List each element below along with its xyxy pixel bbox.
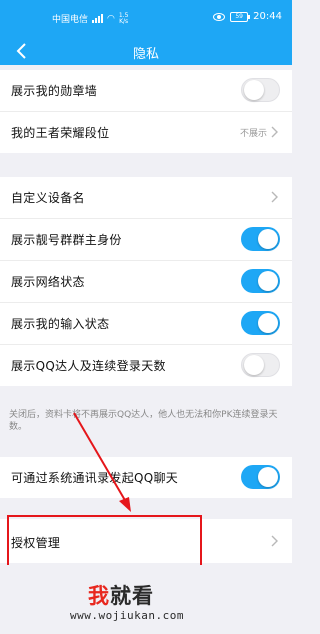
toggle-knob — [244, 355, 264, 375]
network-speed: 1.5 K/s — [118, 11, 129, 25]
wifi-icon: ◠ — [107, 13, 115, 24]
setting-label: 展示我的输入状态 — [11, 317, 110, 331]
settings-group-2: 自定义设备名 展示靓号群群主身份 展示网络状态 展示我的输入状态 展示QQ达人及… — [0, 177, 292, 386]
toggle-knob — [258, 229, 278, 249]
settings-group-3: 可通过系统通讯录发起QQ聊天 — [0, 457, 292, 498]
toggle-knob — [258, 467, 278, 487]
chevron-right-icon — [271, 191, 278, 203]
page-title: 隐私 — [132, 47, 159, 62]
annotation-highlight-box — [7, 515, 202, 565]
signal-icon — [92, 14, 104, 23]
status-left: 中国电信 ◠ 1.5 K/s — [52, 12, 128, 25]
eye-icon — [213, 12, 226, 21]
setting-label: 展示我的勋章墙 — [11, 84, 98, 98]
contacts-chat-toggle[interactable] — [241, 465, 280, 489]
setting-row-qq-master: 展示QQ达人及连续登录天数 — [0, 345, 292, 386]
chevron-right-icon — [271, 126, 278, 138]
group-owner-toggle[interactable] — [241, 227, 280, 251]
setting-value: 不展示 — [239, 129, 267, 139]
watermark: 我就看 www.wojiukan.com — [70, 580, 220, 630]
settings-group-1: 展示我的勋章墙 我的王者荣耀段位 不展示 — [0, 70, 292, 153]
toggle-knob — [258, 313, 278, 333]
setting-row-network-status: 展示网络状态 — [0, 261, 292, 303]
network-status-toggle[interactable] — [241, 269, 280, 293]
status-right: 59 20:44 — [213, 11, 282, 22]
watermark-logo: 我就看 — [88, 584, 154, 608]
setting-label: 展示靓号群群主身份 — [11, 233, 122, 247]
setting-label: 我的王者荣耀段位 — [11, 126, 110, 140]
input-status-toggle[interactable] — [241, 311, 280, 335]
qq-master-note: 关闭后，资料卡将不再展示QQ达人，他人也无法和你PK连续登录天数。 — [9, 410, 278, 432]
battery-icon: 59 — [230, 11, 251, 22]
setting-row-contacts-chat: 可通过系统通讯录发起QQ聊天 — [0, 457, 292, 498]
setting-row-group-owner: 展示靓号群群主身份 — [0, 219, 292, 261]
setting-label: 展示网络状态 — [11, 275, 85, 289]
setting-row-input-status: 展示我的输入状态 — [0, 303, 292, 345]
carrier-label: 中国电信 — [52, 15, 89, 25]
chevron-right-icon — [271, 535, 278, 547]
setting-row-device-name[interactable]: 自定义设备名 — [0, 177, 292, 219]
setting-label: 自定义设备名 — [11, 191, 85, 205]
toggle-knob — [258, 271, 278, 291]
nav-bar: 隐私 — [0, 37, 292, 65]
setting-label: 可通过系统通讯录发起QQ聊天 — [11, 471, 179, 485]
setting-row-medal-wall: 展示我的勋章墙 — [0, 70, 292, 112]
setting-label: 展示QQ达人及连续登录天数 — [11, 359, 166, 373]
qq-master-toggle[interactable] — [241, 353, 280, 377]
clock: 20:44 — [253, 11, 282, 22]
toggle-knob — [244, 80, 264, 100]
watermark-url: www.wojiukan.com — [70, 609, 184, 622]
medal-wall-toggle[interactable] — [241, 78, 280, 102]
status-bar: 中国电信 ◠ 1.5 K/s 59 20:44 — [0, 0, 292, 37]
setting-row-honor-rank[interactable]: 我的王者荣耀段位 不展示 — [0, 112, 292, 153]
